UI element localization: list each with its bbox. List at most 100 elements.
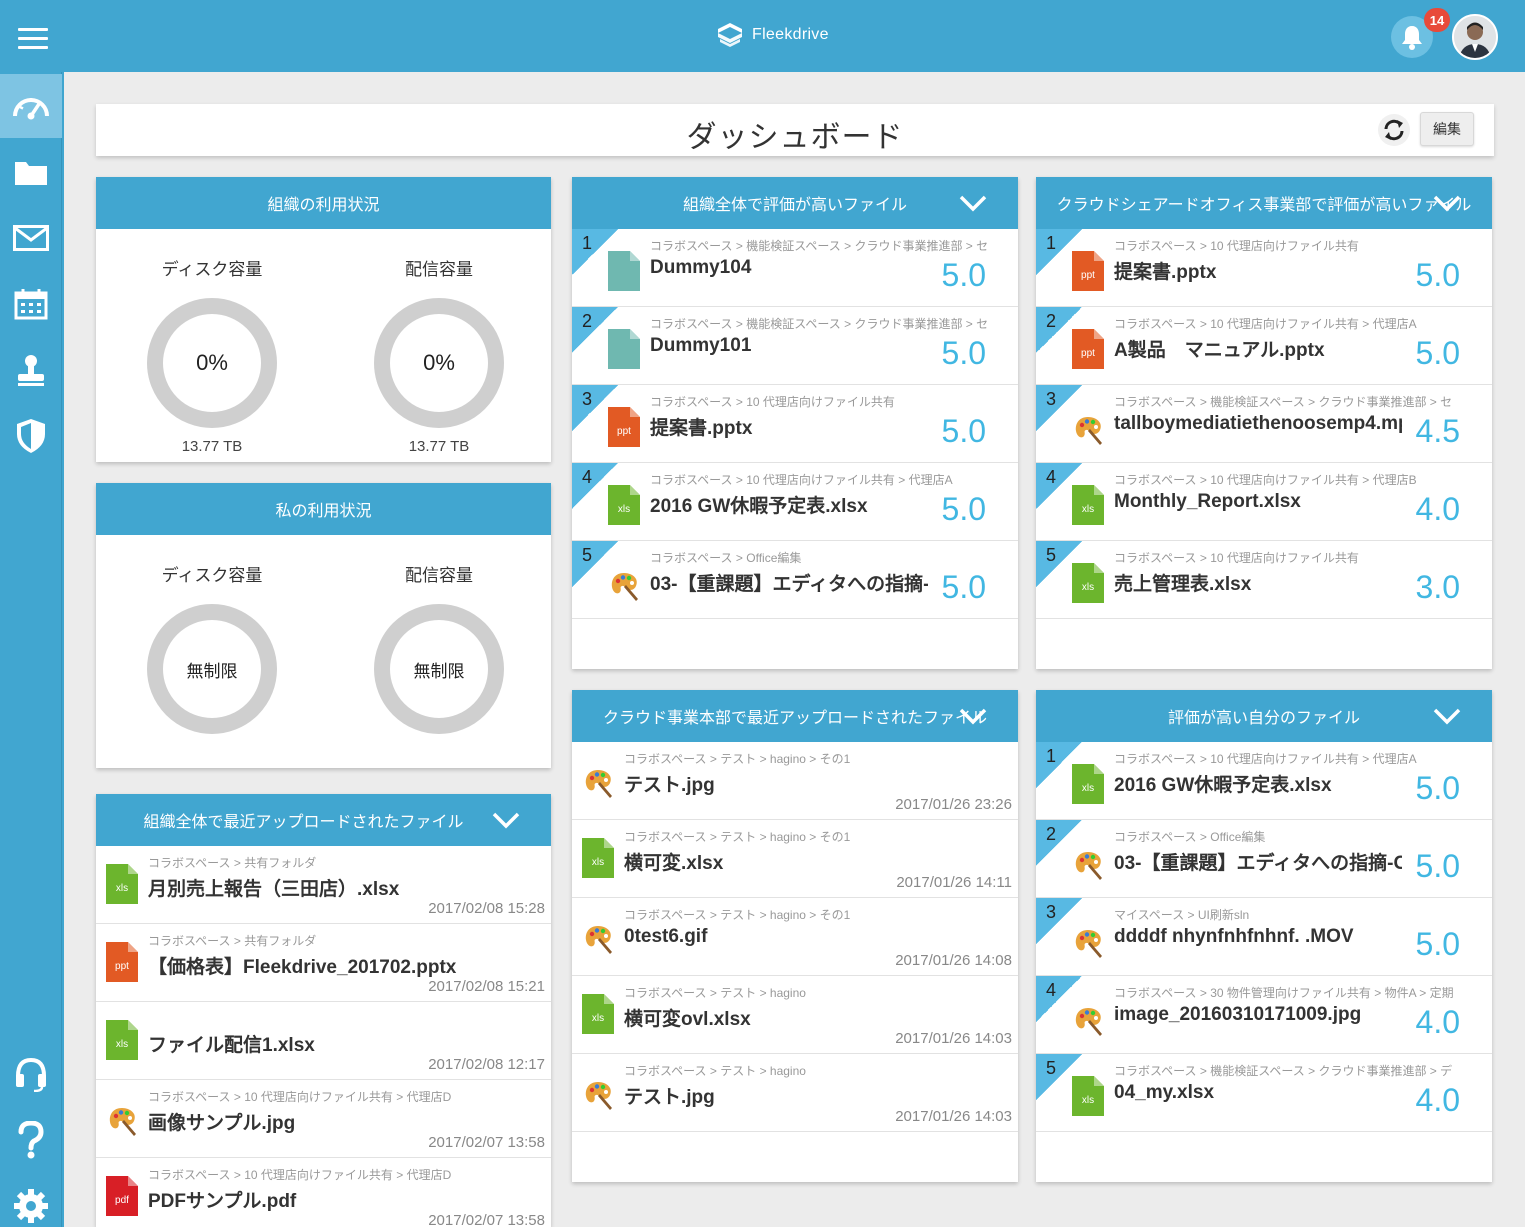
file-name[interactable]: Dummy101 <box>650 335 928 357</box>
page-header: ダッシュボード 編集 <box>96 104 1494 156</box>
sidebar-item-calendar[interactable] <box>0 272 62 336</box>
sidebar-item-support[interactable] <box>0 1042 62 1106</box>
ranked-file-row[interactable]: 1 コラボスペース > 機能検証スペース > クラウド事業推進部 > セ Dummy… <box>572 229 1018 307</box>
file-path: コラボスペース > 10 代理店向けファイル共有 <box>650 395 895 409</box>
file-name[interactable]: 月別売上報告（三田店）.xlsx <box>148 874 399 901</box>
file-name[interactable]: 【価格表】Fleekdrive_201702.pptx <box>148 952 456 979</box>
org-delivery-gauge: 配信容量 0% 13.77 TB <box>359 255 519 455</box>
user-avatar[interactable] <box>1452 14 1498 60</box>
sidebar-item-files[interactable] <box>0 140 62 204</box>
gauge-capacity: 13.77 TB <box>408 438 470 455</box>
menu-icon[interactable] <box>18 28 48 50</box>
ranked-file-row[interactable]: 4 コラボスペース > 30 物件管理向けファイル共有 > 物件A > 定期 ima… <box>1036 976 1492 1054</box>
xls-file-icon: xls <box>582 838 614 878</box>
file-name[interactable]: テスト.jpg <box>624 770 715 797</box>
file-path: コラボスペース > 機能検証スペース > クラウド事業推進部 > デ <box>1114 1064 1453 1078</box>
edit-button[interactable]: 編集 <box>1420 112 1474 146</box>
rating-score: 4.0 <box>1415 1004 1460 1040</box>
recent-file-row[interactable]: xls コラボスペース > テスト > hagino > その1 横可変.xlsx 2… <box>572 820 1018 898</box>
ranked-file-row[interactable]: 4 xls コラボスペース > 10 代理店向けファイル共有 > 代理店B Month… <box>1036 463 1492 541</box>
file-path: コラボスペース > 10 代理店向けファイル共有 > 代理店A <box>650 473 953 487</box>
recent-file-row[interactable]: コラボスペース > 10 代理店向けファイル共有 > 代理店D 画像サンプル.jp… <box>96 1080 551 1158</box>
upload-date: 2017/02/08 15:21 <box>428 978 545 995</box>
chevron-down-icon[interactable] <box>491 808 521 832</box>
chevron-down-icon[interactable] <box>958 191 988 215</box>
ranked-file-row[interactable]: 2 ppt コラボスペース > 10 代理店向けファイル共有 > 代理店A A製品 マ… <box>1036 307 1492 385</box>
ranked-file-row[interactable]: 3 ppt コラボスペース > 10 代理店向けファイル共有 提案書.pptx 5.0 <box>572 385 1018 463</box>
ranked-file-row[interactable]: 5 xls コラボスペース > 機能検証スペース > クラウド事業推進部 > デ 04… <box>1036 1054 1492 1132</box>
file-name[interactable]: 提案書.pptx <box>650 413 928 440</box>
file-name[interactable]: 0test6.gif <box>624 926 707 948</box>
chevron-down-icon[interactable] <box>1432 191 1462 215</box>
image-file-icon <box>585 770 612 798</box>
file-name[interactable]: 2016 GW休暇予定表.xlsx <box>1114 770 1402 797</box>
file-name[interactable]: 03-【重課題】エディタへの指摘- <box>650 569 928 596</box>
file-name[interactable]: 売上管理表.xlsx <box>1114 569 1402 596</box>
help-icon <box>18 1121 44 1159</box>
file-name[interactable]: 画像サンプル.jpg <box>148 1108 295 1135</box>
file-name[interactable]: Monthly_Report.xlsx <box>1114 491 1402 513</box>
file-path: コラボスペース > 機能検証スペース > クラウド事業推進部 > セ <box>650 239 989 253</box>
file-path: コラボスペース > 10 代理店向けファイル共有 <box>1114 239 1359 253</box>
ranked-file-row[interactable]: 2 コラボスペース > 機能検証スペース > クラウド事業推進部 > セ Dummy… <box>572 307 1018 385</box>
file-name[interactable]: テスト.jpg <box>624 1082 715 1109</box>
rank-number: 1 <box>1046 746 1057 766</box>
sidebar-item-dashboard[interactable] <box>0 74 62 138</box>
xls-file-icon: xls <box>1072 563 1104 603</box>
file-name[interactable]: ファイル配信1.xlsx <box>148 1030 315 1057</box>
gauge-label: 配信容量 <box>405 566 473 585</box>
chevron-down-icon[interactable] <box>958 704 988 728</box>
image-file-icon <box>1075 852 1102 880</box>
ranked-file-row[interactable]: 3 マイスペース > UI刷新sln ddddf nhynfnhfnhnf. .MO… <box>1036 898 1492 976</box>
rank-number: 3 <box>1046 902 1057 922</box>
file-name[interactable]: A製品 マニュアル.pptx <box>1114 335 1402 362</box>
file-name[interactable]: 横可変ovl.xlsx <box>624 1004 751 1031</box>
recent-file-row[interactable]: xls コラボスペース > テスト > hagino 横可変ovl.xlsx 2017… <box>572 976 1018 1054</box>
recent-file-row[interactable]: コラボスペース > テスト > hagino > その1 テスト.jpg 2017/… <box>572 742 1018 820</box>
sidebar-item-mail[interactable] <box>0 206 62 270</box>
my-disk-gauge: ディスク容量 無制限 <box>132 561 292 734</box>
refresh-button[interactable] <box>1378 114 1410 146</box>
ranked-file-row[interactable]: 2 コラボスペース > Office編集 03-【重課題】エディタへの指摘-Ch 5.… <box>1036 820 1492 898</box>
chevron-down-icon[interactable] <box>1432 704 1462 728</box>
rating-score: 5.0 <box>1415 848 1460 884</box>
sidebar-item-settings[interactable] <box>0 1174 62 1227</box>
recent-file-row[interactable]: xls ファイル配信1.xlsx 2017/02/08 12:17 <box>96 1002 551 1080</box>
file-name[interactable]: image_20160310171009.jpg <box>1114 1004 1402 1026</box>
gear-icon <box>14 1189 48 1223</box>
ranked-file-row[interactable]: 4 xls コラボスペース > 10 代理店向けファイル共有 > 代理店A 2016 … <box>572 463 1018 541</box>
approval-stamp-icon <box>18 355 44 386</box>
sidebar-item-security[interactable] <box>0 404 62 468</box>
ranked-file-row[interactable]: 1 ppt コラボスペース > 10 代理店向けファイル共有 提案書.pptx 5.0 <box>1036 229 1492 307</box>
upload-date: 2017/02/08 15:28 <box>428 900 545 917</box>
ranked-file-row[interactable]: 3 コラボスペース > 機能検証スペース > クラウド事業推進部 > セ tallb… <box>1036 385 1492 463</box>
file-name[interactable]: 横可変.xlsx <box>624 848 723 875</box>
ranked-file-row[interactable]: 5 コラボスペース > Office編集 03-【重課題】エディタへの指摘- 5.0 <box>572 541 1018 619</box>
ranked-file-row[interactable]: 1 xls コラボスペース > 10 代理店向けファイル共有 > 代理店A 2016 … <box>1036 742 1492 820</box>
svg-text:xls: xls <box>116 883 128 894</box>
file-name[interactable]: Dummy104 <box>650 257 928 279</box>
file-name[interactable]: PDFサンプル.pdf <box>148 1186 296 1213</box>
file-name[interactable]: 2016 GW休暇予定表.xlsx <box>650 491 928 518</box>
file-name[interactable]: tallboymediatiethenoosemp4.mp4 <box>1114 413 1402 435</box>
file-name[interactable]: 04_my.xlsx <box>1114 1082 1402 1104</box>
sidebar-item-help[interactable] <box>0 1108 62 1172</box>
file-name[interactable]: 03-【重課題】エディタへの指摘-Ch <box>1114 848 1402 875</box>
recent-file-row[interactable]: xls コラボスペース > 共有フォルダ 月別売上報告（三田店）.xlsx 2017/… <box>96 846 551 924</box>
recent-file-row[interactable]: コラボスペース > テスト > hagino > その1 0test6.gif 20… <box>572 898 1018 976</box>
file-name[interactable]: ddddf nhynfnhfnhnf. .MOV <box>1114 926 1402 948</box>
image-file-icon <box>1075 930 1102 958</box>
upload-date: 2017/01/26 23:26 <box>895 796 1012 813</box>
dept-top-rated-header: クラウドシェアードオフィス事業部で評価が高いファイル <box>1036 177 1492 229</box>
image-file-icon <box>1075 1008 1102 1036</box>
gauge-ring: 0% <box>374 298 504 428</box>
recent-file-row[interactable]: コラボスペース > テスト > hagino テスト.jpg 2017/01/26 … <box>572 1054 1018 1132</box>
sidebar-item-approval[interactable] <box>0 338 62 402</box>
org-recent-panel: 組織全体で最近アップロードされたファイル xls コラボスペース > 共有フォルダ… <box>96 794 551 1227</box>
file-name[interactable]: 提案書.pptx <box>1114 257 1402 284</box>
ranked-file-row[interactable]: 5 xls コラボスペース > 10 代理店向けファイル共有 売上管理表.xlsx 3.… <box>1036 541 1492 619</box>
brand[interactable]: Fleekdrive <box>716 20 829 50</box>
svg-text:xls: xls <box>618 504 630 515</box>
recent-file-row[interactable]: pdf コラボスペース > 10 代理店向けファイル共有 > 代理店D PDFサンプ… <box>96 1158 551 1227</box>
recent-file-row[interactable]: ppt コラボスペース > 共有フォルダ 【価格表】Fleekdrive_20170… <box>96 924 551 1002</box>
